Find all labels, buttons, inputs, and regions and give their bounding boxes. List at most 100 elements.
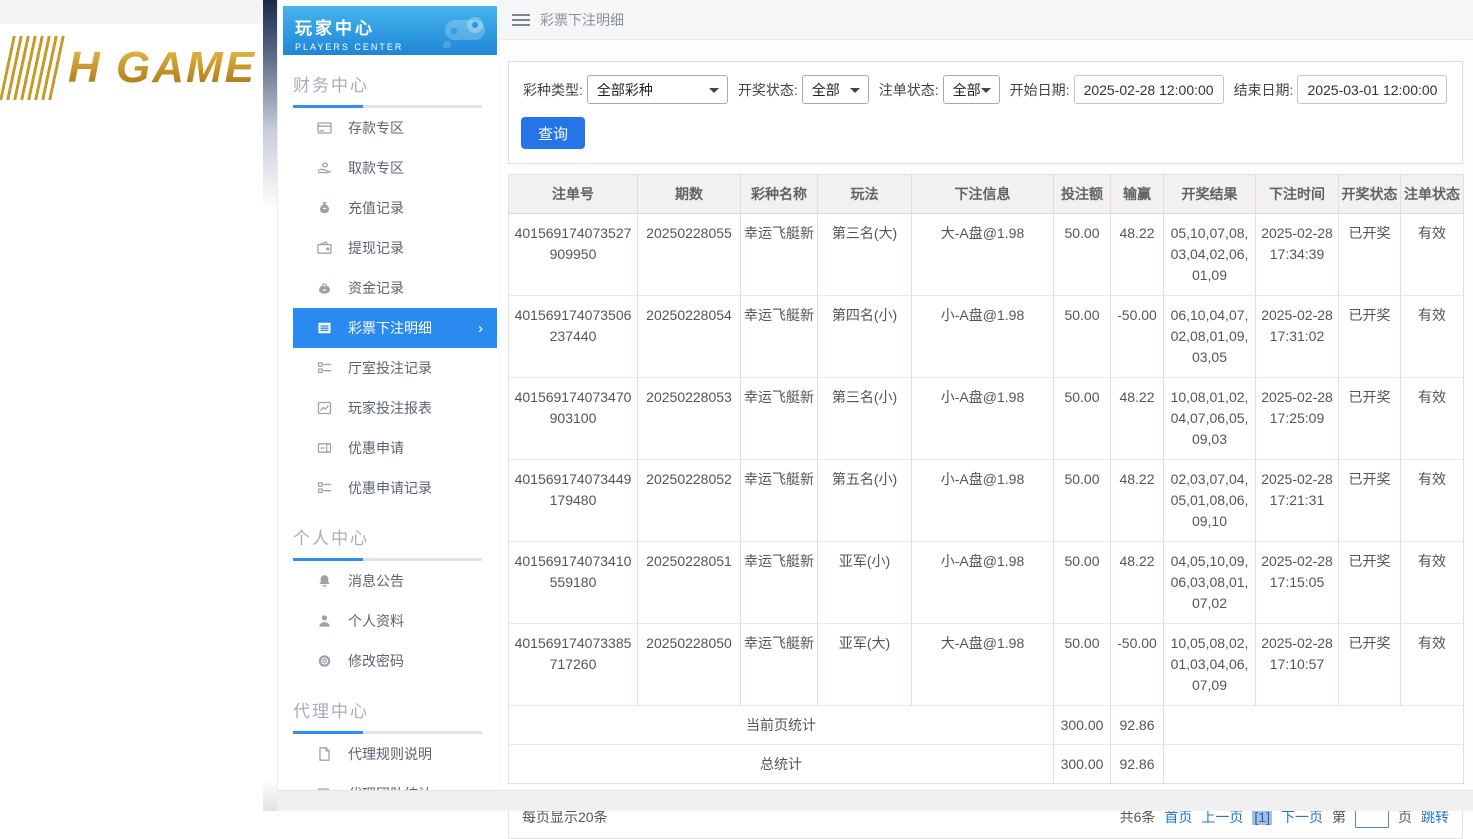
cell-draw-result: 05,10,07,08,03,04,02,06,01,09 xyxy=(1163,213,1256,296)
lottery-type-label: 彩种类型: xyxy=(523,81,583,98)
list-check-icon xyxy=(316,360,334,376)
sidebar-item-funds-records[interactable]: 资金记录 xyxy=(278,268,497,308)
cell-draw-status: 已开奖 xyxy=(1338,377,1401,460)
cell-bet-time: 2025-02-28 17:31:02 xyxy=(1255,295,1339,378)
sidebar-item-recharge-records[interactable]: 充值记录 xyxy=(278,188,497,228)
cell-bet-info: 大-A盘@1.98 xyxy=(911,213,1054,296)
list-icon xyxy=(316,320,334,336)
sidebar-item-label: 彩票下注明细 xyxy=(348,320,432,336)
col-header-period: 期数 xyxy=(637,174,741,214)
topbar: 彩票下注明细 xyxy=(497,0,1473,40)
summary-winloss-total: 92.86 xyxy=(1110,705,1164,745)
bet-status-select[interactable]: 全部 xyxy=(942,75,1000,104)
sidebar-item-hall-bet-records[interactable]: 厅室投注记录 xyxy=(278,348,497,388)
gamepad-icon xyxy=(443,17,485,48)
bet-table: 注单号 期数 彩种名称 玩法 下注信息 投注额 输赢 开奖结果 下注时间 开奖状态 注单状态 4015… xyxy=(508,174,1464,784)
col-header-play-type: 玩法 xyxy=(817,174,912,214)
cell-bet-amount: 50.00 xyxy=(1053,541,1111,624)
cell-win-loss: 48.22 xyxy=(1110,213,1164,296)
sidebar-item-label: 取款专区 xyxy=(348,160,404,176)
col-header-bet-status: 注单状态 xyxy=(1400,174,1464,214)
sidebar-section-label: 财务中心 xyxy=(293,76,369,95)
lottery-type-select[interactable]: 全部彩种 xyxy=(586,75,728,104)
cell-bet-status: 有效 xyxy=(1400,213,1464,296)
cell-draw-result: 06,10,04,07,02,08,01,09,03,05 xyxy=(1163,295,1256,378)
col-header-bet-id: 注单号 xyxy=(508,174,638,214)
bottom-strip xyxy=(278,790,1473,811)
sidebar-item-withdraw-zone[interactable]: 取款专区 xyxy=(278,148,497,188)
cell-play-type: 亚军(大) xyxy=(817,623,912,706)
page-title: 彩票下注明细 xyxy=(540,11,624,28)
sidebar-item-promo-apply[interactable]: 优惠申请 xyxy=(278,428,497,468)
sidebar-item-profile[interactable]: 个人资料 xyxy=(278,601,497,641)
sidebar-item-label: 代理规则说明 xyxy=(348,746,432,762)
cell-bet-amount: 50.00 xyxy=(1053,623,1111,706)
sidebar-item-label: 资金记录 xyxy=(348,280,404,296)
sidebar: 玩家中心 PLAYERS CENTER 财务中心 存款专区 取款专区 充值记录 提现记录… xyxy=(278,0,497,790)
query-button[interactable]: 查询 xyxy=(521,117,586,149)
start-date-input[interactable] xyxy=(1073,75,1224,104)
money-bag-icon xyxy=(316,200,334,216)
sidebar-item-change-password[interactable]: 修改密码 xyxy=(278,641,497,681)
cell-bet-time: 2025-02-28 17:15:05 xyxy=(1255,541,1339,624)
card-icon xyxy=(316,120,334,136)
cell-bet-id: 401569174073506237440 xyxy=(508,295,638,378)
cell-win-loss: -50.00 xyxy=(1110,295,1164,378)
chevron-right-icon: › xyxy=(478,319,483,337)
sidebar-item-label: 修改密码 xyxy=(348,653,404,669)
cell-bet-status: 有效 xyxy=(1400,377,1464,460)
sidebar-item-withdraw-records[interactable]: 提现记录 xyxy=(278,228,497,268)
cell-bet-time: 2025-02-28 17:21:31 xyxy=(1255,459,1339,542)
menu-toggle-icon[interactable] xyxy=(512,13,530,27)
sidebar-item-label: 优惠申请 xyxy=(348,440,404,456)
cell-bet-time: 2025-02-28 17:25:09 xyxy=(1255,377,1339,460)
sidebar-item-announcements[interactable]: 消息公告 xyxy=(278,561,497,601)
cell-bet-info: 小-A盘@1.98 xyxy=(911,541,1054,624)
col-header-draw-result: 开奖结果 xyxy=(1163,174,1256,214)
cell-bet-time: 2025-02-28 17:34:39 xyxy=(1255,213,1339,296)
cell-draw-result: 10,08,01,02,04,07,06,05,09,03 xyxy=(1163,377,1256,460)
sidebar-section: 财务中心 xyxy=(278,55,497,108)
cell-bet-info: 大-A盘@1.98 xyxy=(911,623,1054,706)
col-header-draw-status: 开奖状态 xyxy=(1338,174,1401,214)
gear-icon xyxy=(316,653,334,669)
cell-draw-result: 04,05,10,09,06,03,08,01,07,02 xyxy=(1163,541,1256,624)
sidebar-item-label: 厅室投注记录 xyxy=(348,360,432,376)
sidebar-item-player-bet-report[interactable]: 玩家投注报表 xyxy=(278,388,497,428)
user-icon xyxy=(316,613,334,629)
cell-lottery-name: 幸运飞艇新 xyxy=(740,541,818,624)
brand-logo[interactable]: H GAME xyxy=(0,36,256,100)
cell-bet-info: 小-A盘@1.98 xyxy=(911,295,1054,378)
end-date-input[interactable] xyxy=(1297,75,1448,104)
cell-period: 20250228054 xyxy=(637,295,741,378)
cell-bet-amount: 50.00 xyxy=(1053,295,1111,378)
cell-bet-status: 有效 xyxy=(1400,295,1464,378)
summary-bet-total: 300.00 xyxy=(1053,705,1111,745)
sidebar-item-lottery-bet-details[interactable]: 彩票下注明细 › xyxy=(293,308,497,348)
sidebar-item-label: 存款专区 xyxy=(348,120,404,136)
summary-label: 当前页统计 xyxy=(508,705,1054,745)
draw-status-select[interactable]: 全部 xyxy=(801,75,869,104)
sidebar-item-label: 玩家投注报表 xyxy=(348,400,432,416)
cell-bet-id: 401569174073527909950 xyxy=(508,213,638,296)
sidebar-item-agent-team-stats[interactable]: 代理团队统计 xyxy=(278,774,497,790)
cell-draw-result: 02,03,07,04,05,01,08,06,09,10 xyxy=(1163,459,1256,542)
filter-panel: 彩种类型: 全部彩种 开奖状态: 全部 注单状态: 全部 开始日期: 结束日期:… xyxy=(508,61,1463,164)
cell-play-type: 第三名(小) xyxy=(817,377,912,460)
sidebar-item-agent-rules[interactable]: 代理规则说明 xyxy=(278,734,497,774)
cell-bet-id: 401569174073410559180 xyxy=(508,541,638,624)
cell-lottery-name: 幸运飞艇新 xyxy=(740,377,818,460)
summary-winloss-total: 92.86 xyxy=(1110,744,1164,784)
cell-bet-info: 小-A盘@1.98 xyxy=(911,459,1054,542)
cell-play-type: 亚军(小) xyxy=(817,541,912,624)
draw-status-label: 开奖状态: xyxy=(737,81,798,98)
report-icon xyxy=(316,400,334,416)
sidebar-item-promo-apply-records[interactable]: 优惠申请记录 xyxy=(278,468,497,508)
col-header-bet-info: 下注信息 xyxy=(911,174,1054,214)
cell-bet-time: 2025-02-28 17:10:57 xyxy=(1255,623,1339,706)
sidebar-item-label: 个人资料 xyxy=(348,613,404,629)
sidebar-item-deposit-zone[interactable]: 存款专区 xyxy=(278,108,497,148)
cell-period: 20250228051 xyxy=(637,541,741,624)
cell-period: 20250228052 xyxy=(637,459,741,542)
sidebar-item-label: 消息公告 xyxy=(348,573,404,589)
